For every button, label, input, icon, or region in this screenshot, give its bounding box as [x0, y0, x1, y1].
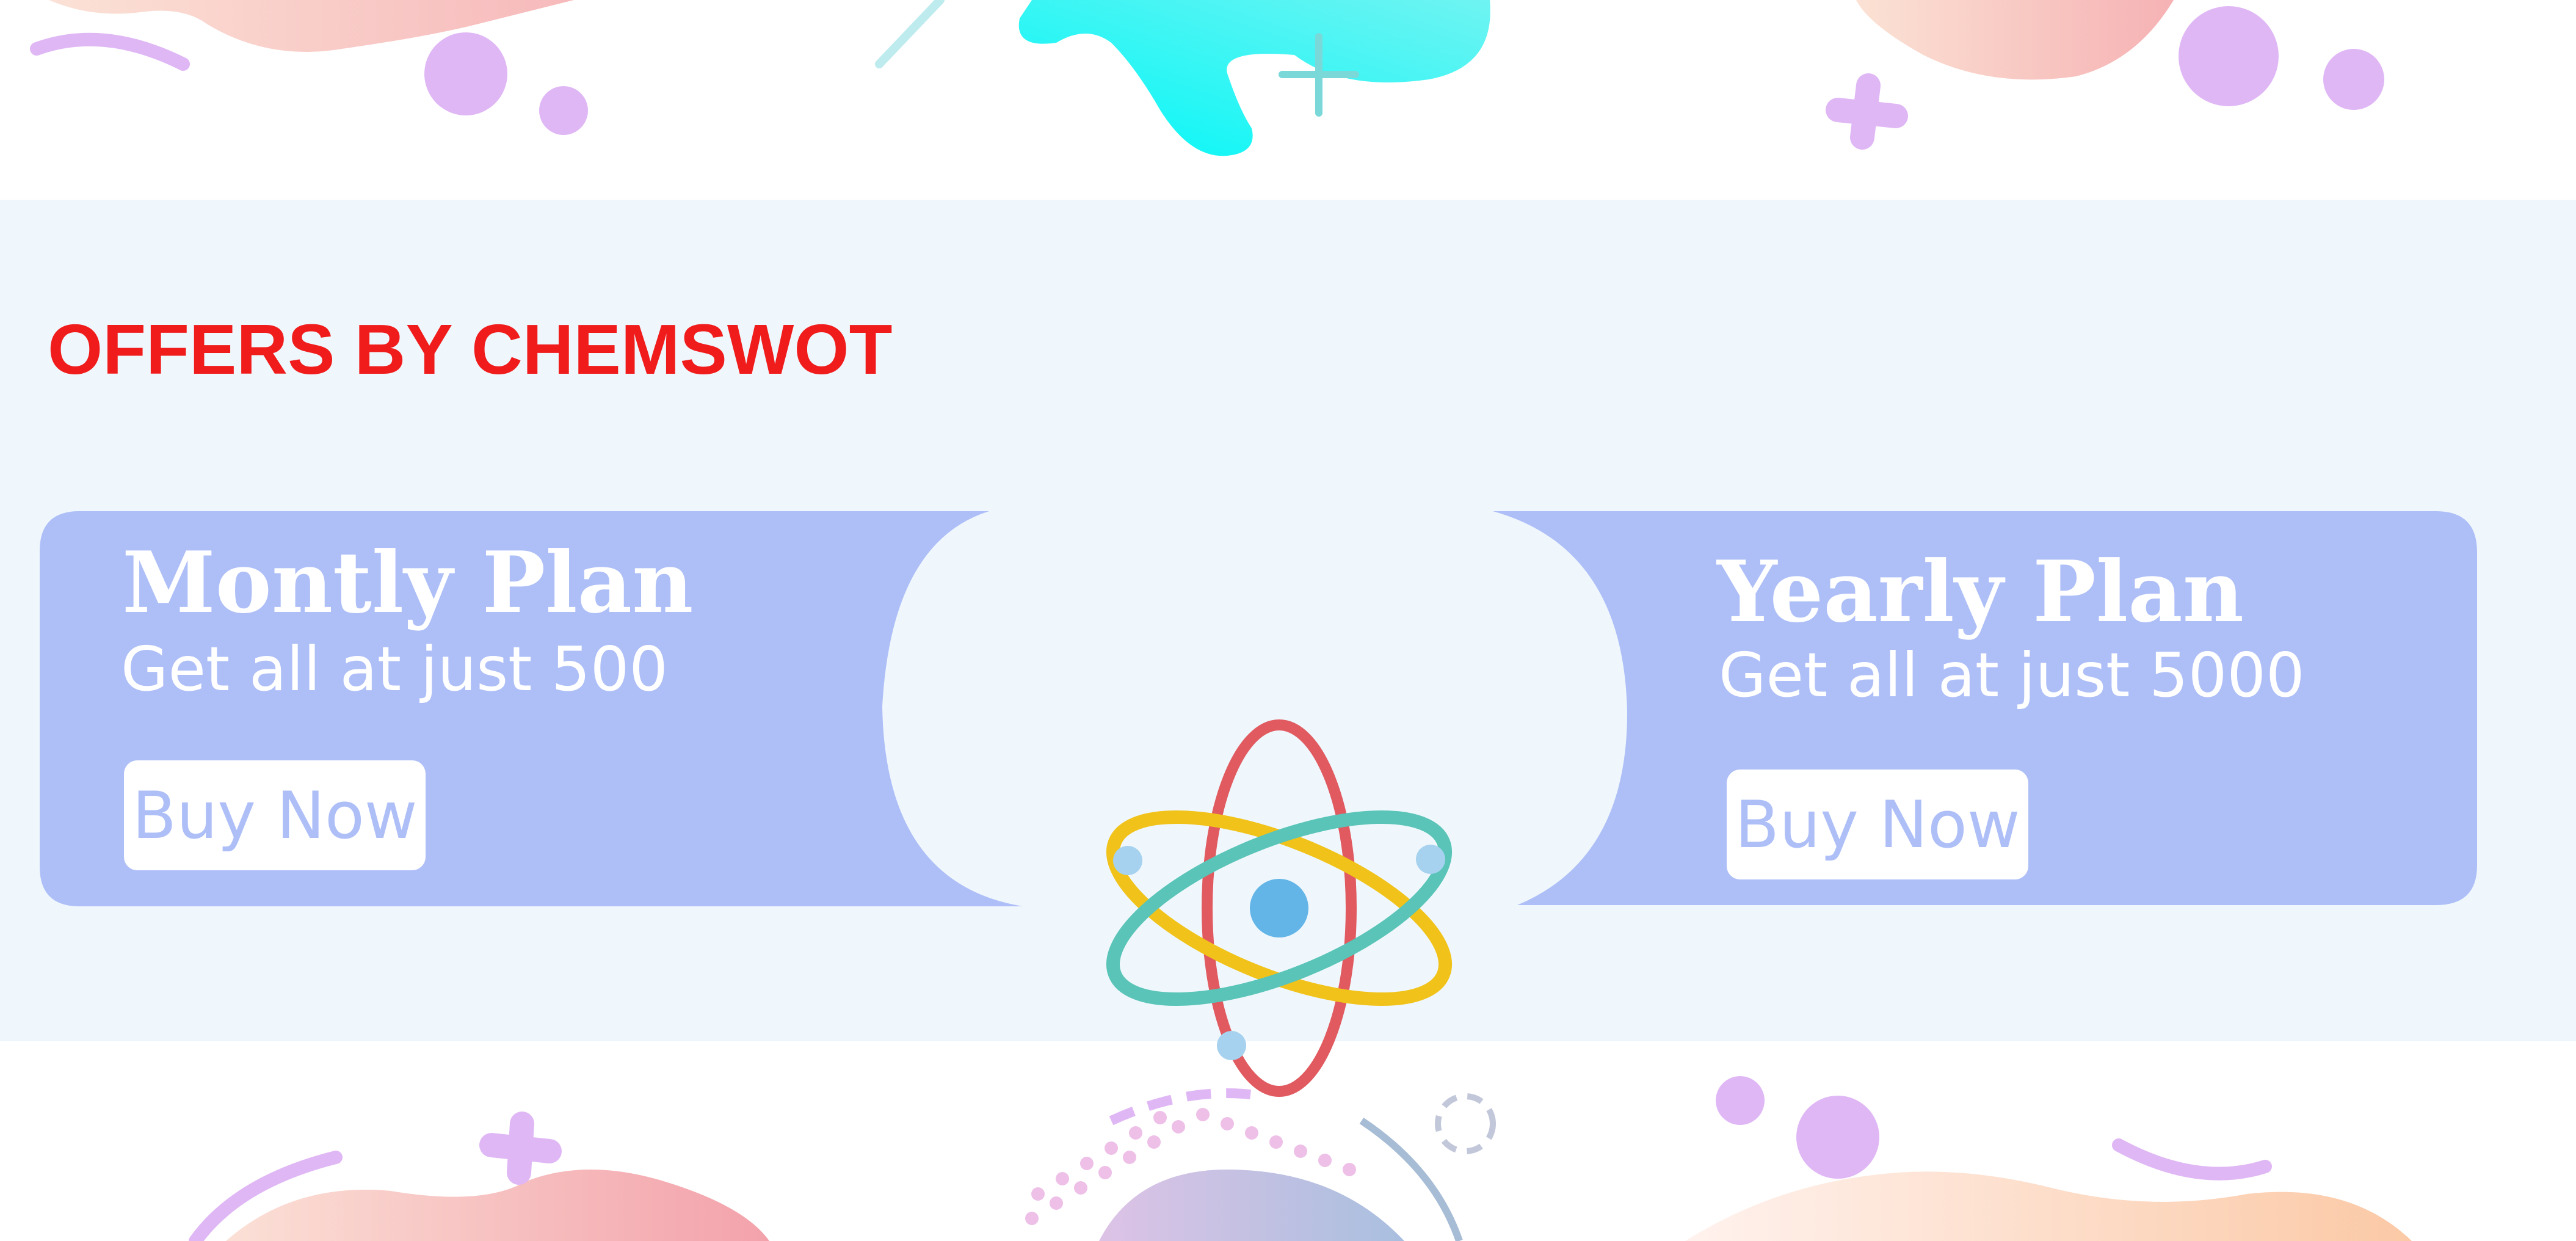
monthly-plan-title: Montly Plan [122, 533, 694, 632]
monthly-buy-now-button[interactable]: Buy Now [124, 760, 426, 870]
bottom-decoration [189, 1076, 2412, 1241]
yearly-buy-now-button[interactable]: Buy Now [1727, 770, 2028, 879]
yearly-plan-title: Yearly Plan [1717, 542, 2244, 641]
yearly-plan-subtitle: Get all at just 5000 [1719, 639, 2305, 711]
monthly-plan-subtitle: Get all at just 500 [121, 633, 669, 705]
top-decoration [0, 0, 2384, 156]
offers-section: OFFERS BY CHEMSWOT Montly Plan Get all a… [0, 200, 2576, 1097]
